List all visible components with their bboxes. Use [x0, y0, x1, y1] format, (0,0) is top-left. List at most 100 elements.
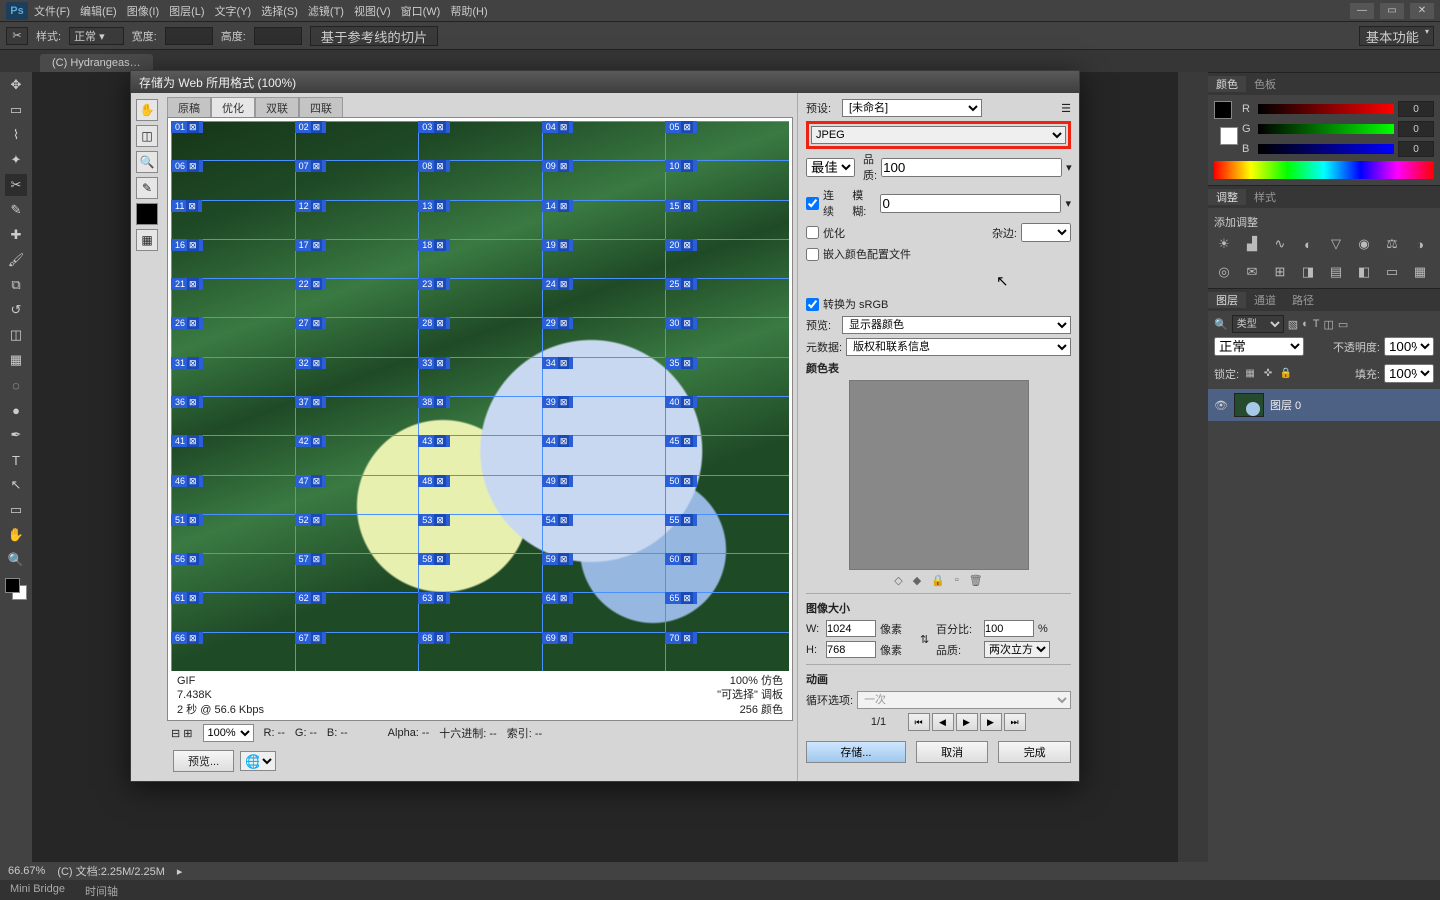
opacity-select[interactable]: 100% — [1384, 337, 1434, 356]
slice-label[interactable]: 47 ⊠ — [295, 475, 327, 487]
filter-pixel-icon[interactable]: ▧ — [1288, 318, 1298, 331]
preview-image[interactable]: 01 ⊠02 ⊠03 ⊠04 ⊠05 ⊠06 ⊠07 ⊠08 ⊠09 ⊠10 ⊠… — [171, 121, 789, 671]
slice-label[interactable]: 56 ⊠ — [171, 553, 203, 565]
filter-shape-icon[interactable]: ◫ — [1324, 318, 1334, 331]
slice-label[interactable]: 70 ⊠ — [665, 632, 697, 644]
move-tool-icon[interactable]: ✥ — [5, 74, 27, 96]
slice-label[interactable]: 48 ⊠ — [418, 475, 450, 487]
posterize-icon[interactable]: ▤ — [1326, 262, 1346, 282]
slice-label[interactable]: 60 ⊠ — [665, 553, 697, 565]
slice-label[interactable]: 27 ⊠ — [295, 317, 327, 329]
slice-label[interactable]: 35 ⊠ — [665, 357, 697, 369]
slice-label[interactable]: 33 ⊠ — [418, 357, 450, 369]
slice-label[interactable]: 66 ⊠ — [171, 632, 203, 644]
style-select[interactable]: 正常 ▾ — [69, 27, 124, 45]
tab-optimized[interactable]: 优化 — [211, 97, 255, 117]
zoom-select[interactable]: 100% — [203, 724, 254, 742]
vibrance-icon[interactable]: ▽ — [1326, 234, 1346, 254]
panel-fg-color-icon[interactable] — [1214, 101, 1232, 119]
menu-window[interactable]: 窗口(W) — [401, 3, 441, 19]
height-input[interactable] — [826, 641, 876, 658]
eyedropper-color-icon[interactable] — [136, 203, 158, 225]
tab-minibridge[interactable]: Mini Bridge — [0, 880, 75, 900]
slice-label[interactable]: 20 ⊠ — [665, 239, 697, 251]
zoom-level[interactable]: 66.67% — [8, 865, 45, 877]
slice-label[interactable]: 25 ⊠ — [665, 278, 697, 290]
slice-label[interactable]: 04 ⊠ — [542, 121, 574, 133]
loop-select[interactable]: 一次 — [857, 691, 1071, 709]
photo-filter-icon[interactable]: ◎ — [1214, 262, 1234, 282]
slice-label[interactable]: 11 ⊠ — [171, 200, 202, 212]
crop-tool-icon[interactable]: ✂ — [5, 174, 27, 196]
visibility-icon[interactable]: 👁 — [1214, 399, 1228, 412]
curves-icon[interactable]: ∿ — [1270, 234, 1290, 254]
tab-4up[interactable]: 四联 — [299, 97, 343, 117]
slice-label[interactable]: 15 ⊠ — [665, 200, 697, 212]
slice-label[interactable]: 55 ⊠ — [665, 514, 697, 526]
quality-slider-icon[interactable]: ▾ — [1066, 161, 1072, 174]
menu-layer[interactable]: 图层(L) — [169, 3, 204, 19]
slice-label[interactable]: 17 ⊠ — [295, 239, 327, 251]
resample-select[interactable]: 两次立方 — [984, 641, 1050, 658]
slice-label[interactable]: 54 ⊠ — [542, 514, 574, 526]
wand-tool-icon[interactable]: ✦ — [5, 149, 27, 171]
close-icon[interactable]: ✕ — [1410, 3, 1434, 19]
b-input[interactable] — [1398, 141, 1434, 157]
tool-preset-icon[interactable]: ✂ — [6, 27, 28, 45]
exposure-icon[interactable]: ◐ — [1298, 234, 1318, 254]
matte-select[interactable] — [1021, 223, 1071, 242]
menu-view[interactable]: 视图(V) — [354, 3, 391, 19]
slice-label[interactable]: 08 ⊠ — [418, 160, 450, 172]
slice-label[interactable]: 16 ⊠ — [171, 239, 203, 251]
browser-select[interactable]: 🌐 — [240, 751, 276, 771]
tab-original[interactable]: 原稿 — [167, 97, 211, 117]
slice-label[interactable]: 26 ⊠ — [171, 317, 203, 329]
ct-delete-icon[interactable]: 🗑 — [969, 574, 983, 587]
dodge-tool-icon[interactable]: ● — [5, 399, 27, 421]
lock-all-icon[interactable]: 🔒 — [1279, 367, 1293, 381]
r-slider[interactable] — [1258, 104, 1394, 114]
slice-label[interactable]: 45 ⊠ — [665, 435, 697, 447]
blur-tool-icon[interactable]: ◌ — [5, 374, 27, 396]
slice-label[interactable]: 59 ⊠ — [542, 553, 574, 565]
blend-mode-select[interactable]: 正常 — [1214, 337, 1304, 356]
slice-label[interactable]: 29 ⊠ — [542, 317, 574, 329]
hue-icon[interactable]: ◉ — [1354, 234, 1374, 254]
ct-new-icon[interactable]: ◇ — [894, 574, 902, 587]
filter-smart-icon[interactable]: ▭ — [1338, 318, 1348, 331]
slice-label[interactable]: 10 ⊠ — [665, 160, 697, 172]
b-slider[interactable] — [1258, 144, 1394, 154]
slice-label[interactable]: 53 ⊠ — [418, 514, 450, 526]
doc-info-menu-icon[interactable]: ▸ — [177, 865, 183, 878]
slice-label[interactable]: 34 ⊠ — [542, 357, 574, 369]
dialog-title[interactable]: 存储为 Web 所用格式 (100%) — [131, 71, 1079, 93]
menu-help[interactable]: 帮助(H) — [450, 3, 487, 19]
layer-item[interactable]: 👁 图层 0 — [1208, 389, 1440, 421]
slice-label[interactable]: 23 ⊠ — [418, 278, 450, 290]
ct-web-icon[interactable]: ◆ — [913, 574, 921, 587]
hand-icon[interactable]: ✋ — [136, 99, 158, 121]
layer-thumbnail[interactable] — [1234, 393, 1264, 417]
next-frame-icon[interactable]: ▶ — [980, 713, 1002, 731]
color-swatch[interactable] — [5, 578, 27, 600]
preview-button[interactable]: 预览... — [173, 750, 234, 772]
quality-grade-select[interactable]: 最佳 — [806, 158, 855, 177]
zoom-tool-icon[interactable]: 🔍 — [5, 549, 27, 571]
color-balance-icon[interactable]: ⚖ — [1382, 234, 1402, 254]
slice-label[interactable]: 38 ⊠ — [418, 396, 450, 408]
path-select-icon[interactable]: ↖ — [5, 474, 27, 496]
slice-label[interactable]: 49 ⊠ — [542, 475, 574, 487]
minimize-icon[interactable]: — — [1350, 3, 1374, 19]
g-input[interactable] — [1398, 121, 1434, 137]
slice-label[interactable]: 44 ⊠ — [542, 435, 574, 447]
tab-swatches[interactable]: 色板 — [1246, 76, 1284, 92]
filter-type-icon[interactable]: T — [1313, 318, 1320, 330]
slice-label[interactable]: 24 ⊠ — [542, 278, 574, 290]
brightness-icon[interactable]: ☀ — [1214, 234, 1234, 254]
slice-label[interactable]: 37 ⊠ — [295, 396, 327, 408]
slice-guides-button[interactable]: 基于参考线的切片 — [310, 26, 439, 46]
channel-mixer-icon[interactable]: ✉ — [1242, 262, 1262, 282]
ct-lock-icon[interactable]: 🔒 — [931, 574, 945, 587]
color-spectrum[interactable] — [1214, 161, 1434, 179]
collapsed-panel-strip[interactable] — [1178, 72, 1208, 862]
